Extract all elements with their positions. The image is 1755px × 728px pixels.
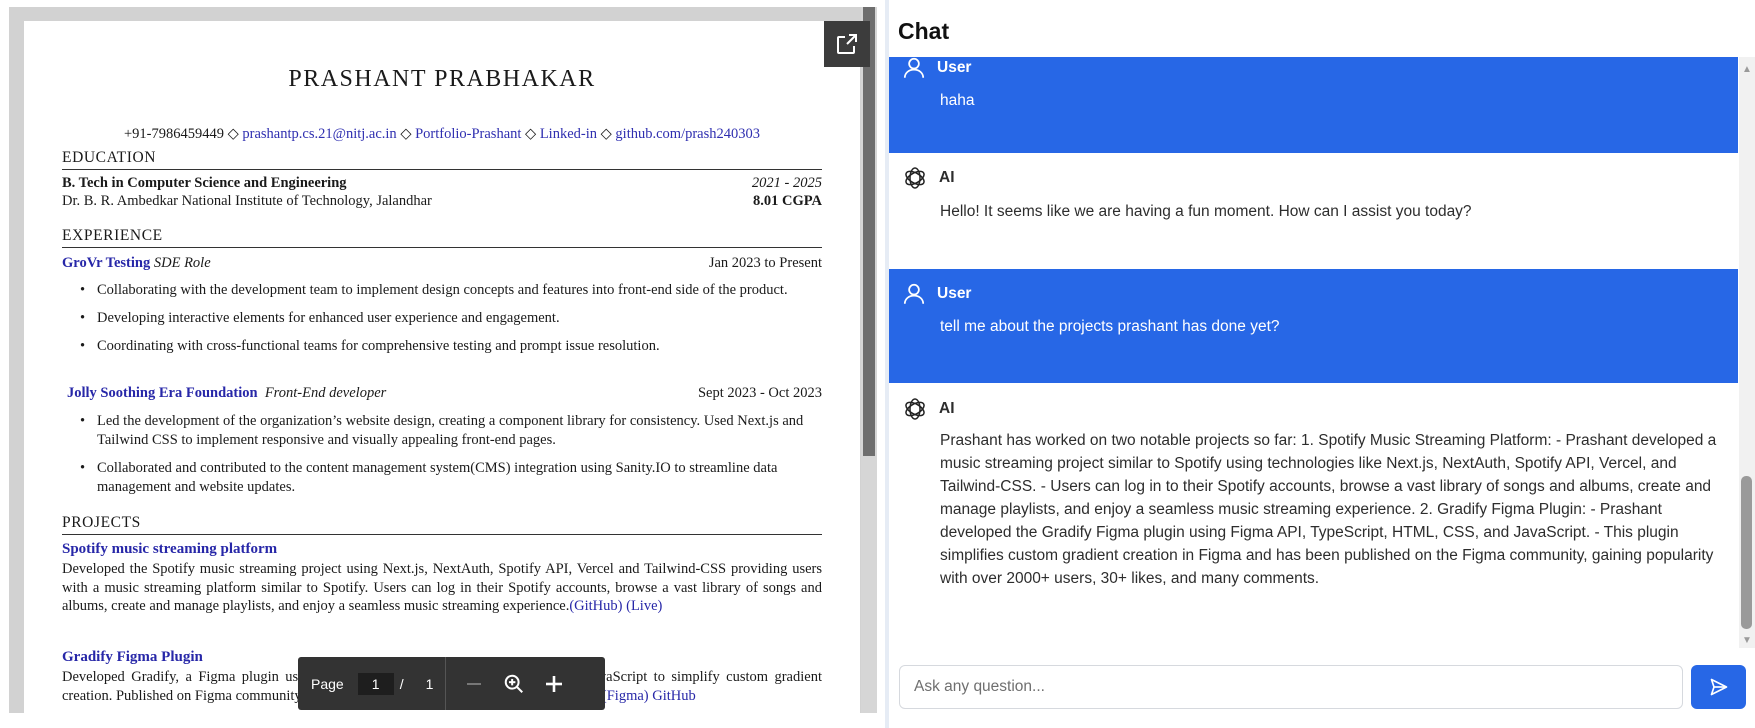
toolbar-divider — [445, 657, 447, 710]
education-degree-row: B. Tech in Computer Science and Engineer… — [62, 175, 822, 192]
section-rule — [62, 534, 822, 535]
project-title[interactable]: Gradify Figma Plugin — [62, 649, 203, 666]
degree-text: B. Tech in Computer Science and Engineer… — [62, 175, 347, 191]
linkedin-link[interactable]: Linked-in — [540, 126, 597, 142]
message-header: AI — [901, 164, 955, 192]
scroll-up-arrow-icon[interactable]: ▲ — [1741, 63, 1753, 75]
chat-message-ai: AI Prashant has worked on two notable pr… — [889, 383, 1738, 643]
page-separator: / — [399, 675, 404, 692]
github-link[interactable]: github.com/prash240303 — [615, 126, 760, 142]
pdf-viewer[interactable]: PRASHANT PRABHAKAR +91-7986459449 ◇ pras… — [9, 7, 877, 713]
contact-separator: ◇ — [600, 126, 612, 142]
project-github-link[interactable]: GitHub — [652, 688, 696, 704]
pdf-page: PRASHANT PRABHAKAR +91-7986459449 ◇ pras… — [24, 21, 860, 713]
projects-heading: PROJECTS — [62, 514, 141, 531]
openai-icon — [905, 398, 925, 420]
message-role: AI — [939, 169, 955, 186]
total-pages: 1 — [425, 675, 434, 692]
cgpa-text: 8.01 CGPA — [752, 193, 822, 209]
message-text: Hello! It seems like we are having a fun… — [940, 203, 1472, 220]
bullet-item: Coordinating with cross-functional teams… — [79, 337, 822, 356]
user-icon — [903, 283, 925, 304]
email-link[interactable]: prashantp.cs.21@nitj.ac.in — [242, 126, 396, 142]
send-button[interactable] — [1691, 665, 1746, 709]
minus-icon — [467, 682, 482, 685]
zoom-out-button[interactable] — [454, 664, 494, 704]
job-bullets: Collaborating with the development team … — [79, 281, 822, 365]
external-link-icon — [837, 34, 857, 54]
chat-message-user: User haha — [889, 57, 1738, 153]
chat-title: Chat — [898, 18, 950, 44]
project-desc-text: Developed the Spotify music streaming pr… — [62, 561, 822, 614]
contact-separator: ◇ — [400, 126, 412, 142]
education-heading: EDUCATION — [62, 149, 157, 166]
bullet-item: Led the development of the organization’… — [79, 412, 822, 450]
chat-message-user: User tell me about the projects prashant… — [889, 269, 1738, 383]
pdf-toolbar: Page 1 / 1 — [298, 657, 605, 710]
project-github-link[interactable]: (GitHub) — [569, 598, 622, 614]
contact-separator: ◇ — [227, 126, 239, 142]
chat-scrollbar-thumb[interactable] — [1741, 476, 1752, 629]
message-text: Prashant has worked on two notable proje… — [940, 432, 1717, 587]
institute-text: Dr. B. R. Ambedkar National Institute of… — [62, 193, 432, 209]
education-institute-row: Dr. B. R. Ambedkar National Institute of… — [62, 193, 822, 210]
bullet-item: Developing interactive elements for enha… — [79, 309, 822, 328]
message-text: tell me about the projects prashant has … — [940, 318, 1280, 335]
degree-years: 2021 - 2025 — [751, 175, 822, 191]
message-header: User — [901, 57, 971, 81]
message-role: User — [937, 285, 972, 302]
job-role: Front-End developer — [264, 385, 387, 401]
chat-message-ai: AI Hello! It seems like we are having a … — [889, 153, 1738, 265]
zoom-in-button[interactable] — [494, 664, 534, 704]
experience-heading: EXPERIENCE — [62, 227, 163, 244]
message-header: User — [901, 281, 971, 307]
section-rule — [62, 169, 822, 170]
section-rule — [62, 247, 822, 248]
job-row: Jolly Soothing Era Foundation Front-End … — [67, 385, 822, 402]
project-figma-link[interactable]: (Figma) — [602, 688, 649, 704]
job-company[interactable]: GroVr Testing — [62, 255, 150, 271]
contact-separator: ◇ — [525, 126, 537, 142]
message-header: AI — [901, 395, 955, 423]
popout-button[interactable] — [824, 21, 870, 67]
project-title[interactable]: Spotify music streaming platform — [62, 541, 277, 558]
message-role: AI — [939, 400, 955, 417]
chat-messages[interactable]: User haha AI Hello! It seems like we are… — [889, 57, 1738, 648]
portfolio-link[interactable]: Portfolio-Prashant — [415, 126, 521, 142]
resume-contact: +91-7986459449 ◇ prashantp.cs.21@nitj.ac… — [24, 126, 860, 143]
bullet-item: Collaborating with the development team … — [79, 281, 822, 300]
chat-input[interactable] — [899, 665, 1683, 709]
page-number-input[interactable]: 1 — [357, 672, 394, 695]
plus-icon — [546, 675, 563, 692]
job-row: GroVr Testing SDE Role Jan 2023 to Prese… — [62, 255, 822, 272]
job-dates: Sept 2023 - Oct 2023 — [697, 385, 822, 401]
send-icon — [1710, 678, 1727, 696]
user-icon — [903, 57, 925, 78]
add-button[interactable] — [534, 664, 574, 704]
resume-name: PRASHANT PRABHAKAR — [288, 66, 596, 92]
project-live-link[interactable]: (Live) — [626, 598, 662, 614]
job-bullets: Led the development of the organization’… — [79, 412, 822, 506]
job-role: SDE Role — [153, 255, 211, 271]
openai-icon — [905, 167, 925, 189]
project-description: Developed the Spotify music streaming pr… — [62, 560, 822, 616]
bullet-item: Collaborated and contributed to the cont… — [79, 459, 822, 497]
phone-text: +91-7986459449 — [123, 126, 224, 142]
zoom-in-icon — [505, 674, 524, 693]
job-company[interactable]: Jolly Soothing Era Foundation — [67, 385, 258, 401]
message-text: haha — [940, 92, 975, 109]
page-label: Page — [311, 675, 344, 692]
job-dates: Jan 2023 to Present — [708, 255, 822, 271]
message-role: User — [937, 59, 972, 76]
pdf-scrollbar-thumb[interactable] — [863, 7, 875, 456]
scroll-down-arrow-icon[interactable]: ▼ — [1741, 634, 1753, 646]
